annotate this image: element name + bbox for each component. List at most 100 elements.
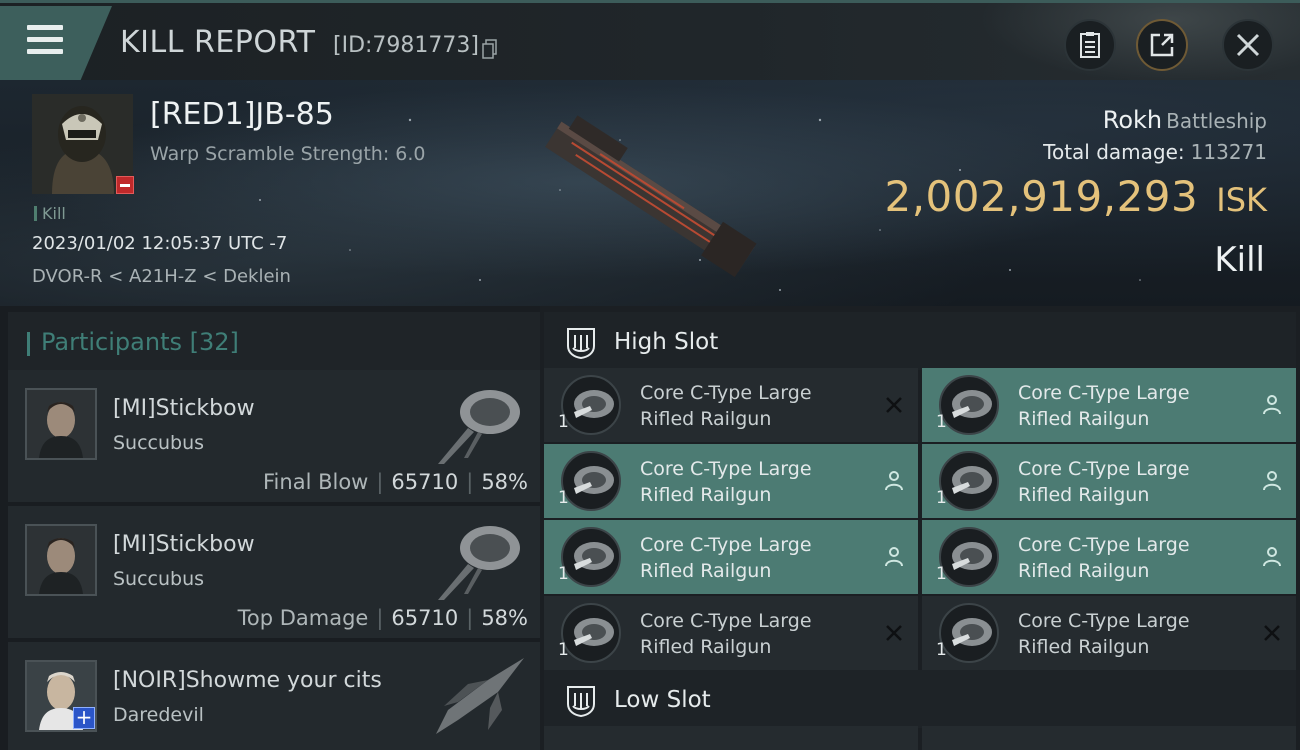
module-name-line2: Rifled Railgun [1018, 560, 1150, 582]
warp-scramble-strength: Warp Scramble Strength: 6.0 [150, 143, 426, 165]
close-icon [1236, 33, 1260, 57]
high-slot-module-cell[interactable]: 1 Core C-Type Large Rifled Railgun [922, 368, 1296, 442]
railgun-module-icon [939, 603, 999, 663]
dropped-person-icon [1263, 547, 1281, 567]
high-slot-module-cell[interactable]: 1 Core C-Type Large Rifled Railgun [922, 444, 1296, 518]
railgun-module-icon [939, 527, 999, 587]
high-slot-module-cell[interactable]: 1 Core C-Type Large Rifled Railgun [544, 520, 918, 594]
victim-ship-image [545, 115, 757, 278]
ship-info: Rokh Battleship [1103, 106, 1267, 134]
module-quantity: 1 [558, 412, 569, 432]
module-name: Core C-Type Large Rifled Railgun [1018, 532, 1190, 584]
module-name-line1: Core C-Type Large [640, 458, 812, 480]
participant-name[interactable]: [NOIR]Showme your cits [113, 668, 382, 693]
low-slot-module-cell[interactable] [544, 726, 918, 750]
participant-ship: Succubus [113, 568, 205, 590]
isk-unit: ISK [1216, 181, 1267, 219]
module-name-line1: Core C-Type Large [1018, 534, 1190, 556]
fitting-panel: High Slot 1 Core C-Type Large Rifled Railg… [540, 306, 1300, 750]
railgun-module-icon [939, 451, 999, 511]
module-name-line1: Core C-Type Large [1018, 458, 1190, 480]
plus-badge-icon: + [73, 707, 95, 729]
destroyed-badge [116, 176, 134, 194]
participant-percent: 58% [481, 606, 528, 630]
total-damage-label: Total damage: [1043, 140, 1185, 164]
report-id: [ID:7981773] [333, 33, 479, 58]
copy-icon[interactable] [482, 39, 498, 59]
module-name-line2: Rifled Railgun [1018, 636, 1150, 658]
module-name-line1: Core C-Type Large [640, 610, 812, 632]
participant-card[interactable]: [MI]Stickbow Succubus Top Damage | 65710 | 5… [8, 506, 540, 640]
participant-name[interactable]: [MI]Stickbow [113, 532, 255, 557]
module-quantity: 1 [936, 488, 947, 508]
module-name: Core C-Type Large Rifled Railgun [640, 532, 812, 584]
ship-class: Battleship [1166, 109, 1267, 133]
participant-card[interactable]: [MI]Stickbow Succubus Final Blow | 65710 | 5… [8, 370, 540, 504]
module-quantity: 1 [936, 564, 947, 584]
high-slot-module-cell[interactable]: 1 Core C-Type Large Rifled Railgun [922, 520, 1296, 594]
high-slot-module-cell[interactable]: 1 Core C-Type Large Rifled Railgun [922, 596, 1296, 670]
low-slot-title: Low Slot [614, 687, 711, 713]
victim-banner: [RED1]JB-85 Warp Scramble Strength: 6.0 … [0, 80, 1300, 306]
participants-accent-bar [27, 332, 30, 356]
victim-name[interactable]: [RED1]JB-85 [150, 97, 334, 132]
low-slot-icon [567, 686, 595, 718]
participant-ship-image [438, 526, 520, 600]
dropped-person-icon [1263, 471, 1281, 491]
hamburger-menu-icon[interactable] [27, 25, 63, 55]
dropped-person-icon [1263, 395, 1281, 415]
module-name-line1: Core C-Type Large [1018, 382, 1190, 404]
high-slot-title: High Slot [614, 329, 719, 355]
low-slot-module-cell[interactable] [922, 726, 1296, 750]
module-quantity: 1 [558, 640, 569, 660]
participant-ship: Succubus [113, 432, 205, 454]
module-name-line2: Rifled Railgun [1018, 408, 1150, 430]
page-title: KILL REPORT [120, 25, 316, 60]
ship-name[interactable]: Rokh [1103, 106, 1162, 134]
module-name: Core C-Type Large Rifled Railgun [1018, 608, 1190, 660]
share-icon [1150, 33, 1174, 57]
high-slot-module-cell[interactable]: 1 Core C-Type Large Rifled Railgun [544, 368, 918, 442]
module-name-line1: Core C-Type Large [640, 382, 812, 404]
participant-avatar[interactable] [25, 388, 97, 460]
participants-label: Participants [41, 328, 182, 356]
participant-stats: Final Blow | 65710 | 58% [263, 470, 528, 494]
participant-stat-label: Final Blow [263, 470, 369, 494]
module-name: Core C-Type Large Rifled Railgun [1018, 456, 1190, 508]
module-quantity: 1 [936, 640, 947, 660]
participant-ship-image [436, 658, 524, 734]
share-button[interactable] [1136, 19, 1188, 71]
module-name: Core C-Type Large Rifled Railgun [1018, 380, 1190, 432]
clipboard-icon [1080, 32, 1100, 58]
participant-avatar[interactable] [25, 524, 97, 596]
participants-panel: Participants [32] [MI]Stickbow Succubus … [0, 306, 540, 750]
high-slot-module-cell[interactable]: 1 Core C-Type Large Rifled Railgun [544, 596, 918, 670]
high-slot-module-cell[interactable]: 1 Core C-Type Large Rifled Railgun [544, 444, 918, 518]
participant-card[interactable]: + [NOIR]Showme your cits Daredevil [8, 642, 540, 750]
module-name: Core C-Type Large Rifled Railgun [640, 608, 812, 660]
module-name-line2: Rifled Railgun [640, 484, 772, 506]
module-name-line1: Core C-Type Large [1018, 610, 1190, 632]
module-name: Core C-Type Large Rifled Railgun [640, 456, 812, 508]
dropped-person-icon [885, 471, 903, 491]
kill-result: Kill [1214, 240, 1265, 280]
isk-value: 2,002,919,293 [884, 172, 1199, 221]
participant-ship-image [438, 390, 520, 464]
close-button[interactable] [1222, 19, 1274, 71]
clipboard-button[interactable] [1064, 19, 1116, 71]
destroyed-x-icon [1264, 625, 1280, 641]
participant-name[interactable]: [MI]Stickbow [113, 396, 255, 421]
participants-title: Participants [32] [41, 328, 239, 356]
participant-damage: 65710 [391, 606, 459, 630]
kill-tag: Kill [34, 204, 66, 223]
module-name-line2: Rifled Railgun [640, 408, 772, 430]
participant-damage: 65710 [391, 470, 459, 494]
railgun-module-icon [561, 603, 621, 663]
kill-location[interactable]: DVOR-R < A21H-Z < Deklein [32, 266, 291, 287]
dropped-person-icon [885, 547, 903, 567]
isk-value-line: 2,002,919,293 ISK [884, 172, 1267, 221]
module-quantity: 1 [936, 412, 947, 432]
module-name-line2: Rifled Railgun [1018, 484, 1150, 506]
module-name-line1: Core C-Type Large [640, 534, 812, 556]
module-name-line2: Rifled Railgun [640, 636, 772, 658]
